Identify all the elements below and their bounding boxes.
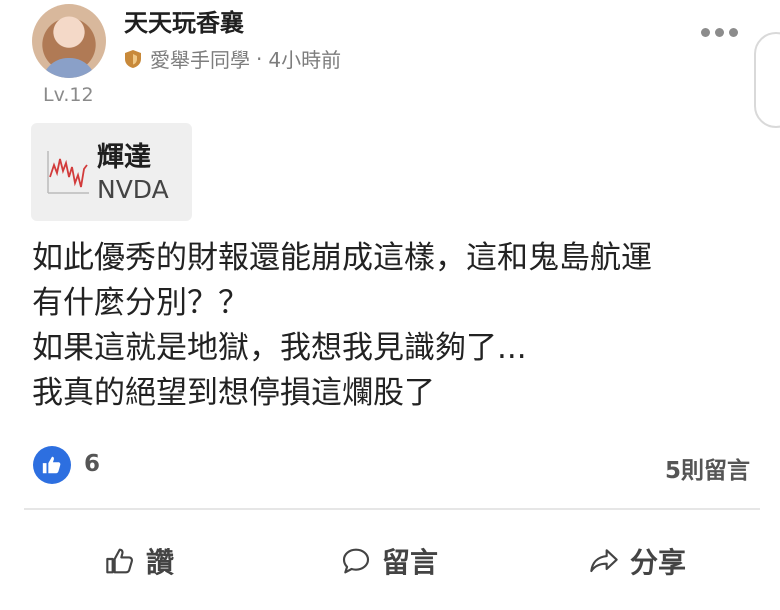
action-bar: 讚 留言 分享 [0,536,780,586]
avatar-shirt [42,58,96,78]
post-line: 我真的絕望到想停損這爛股了 [32,375,435,411]
share-button-label: 分享 [630,546,687,579]
post-card: Lv.12 天天玩香襄 愛舉手同學 · 4小時前 輝達 NVDA 如此優秀的財報… [0,0,780,610]
stock-name: 輝達 [97,142,151,173]
like-button-label: 讚 [146,546,175,579]
like-count-thumbs-up-icon[interactable] [33,446,71,484]
comment-button-label: 留言 [382,546,439,579]
thumbs-up-icon [106,548,133,574]
comment-button[interactable]: 留言 [340,536,438,586]
stock-chart-icon [47,151,89,194]
divider [24,508,760,510]
stock-tag-card[interactable]: 輝達 NVDA [31,123,192,221]
comment-count[interactable]: 5則留言 [665,451,750,485]
edge-handle[interactable] [754,32,780,128]
more-dot [701,28,710,37]
post-time: 4小時前 [268,48,342,72]
stock-ticker: NVDA [97,175,169,204]
post-line: 如果這就是地獄，我想我見識夠了... [32,330,527,366]
share-button[interactable]: 分享 [588,536,686,586]
like-count[interactable]: 6 [84,451,100,477]
shield-badge-icon [125,49,141,68]
share-arrow-icon [590,549,618,573]
speech-bubble-icon [342,548,370,574]
author-name[interactable]: 天天玩香襄 [124,3,244,38]
more-dot [729,28,738,37]
thumbs-up-glyph [42,456,61,474]
more-horizontal-icon[interactable] [701,28,738,37]
post-line: 如此優秀的財報還能崩成這樣，這和鬼島航運 [32,240,652,276]
meta-separator: · [256,46,263,71]
post-line: 有什麼分別？？ [32,285,249,321]
like-button[interactable]: 讚 [104,536,174,586]
more-dot [715,28,724,37]
avatar[interactable] [32,4,106,78]
post-content: 如此優秀的財報還能崩成這樣，這和鬼島航運 有什麼分別？？ 如果這就是地獄，我想我… [32,236,752,416]
author-group[interactable]: 愛舉手同學 [150,44,250,73]
post-meta: 愛舉手同學 · 4小時前 [124,44,341,73]
user-level: Lv.12 [43,84,94,106]
